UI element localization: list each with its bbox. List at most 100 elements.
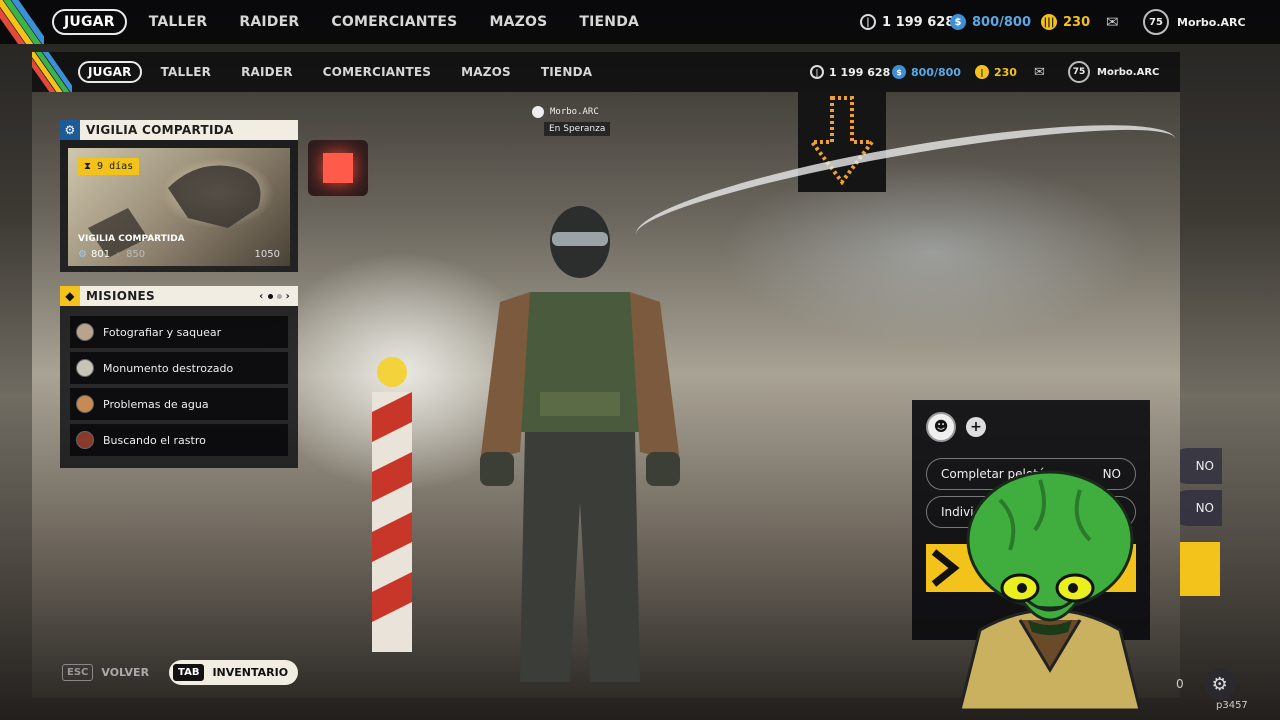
nav-mazos[interactable]: MAZOS bbox=[473, 14, 563, 30]
progress-max: 1050 bbox=[254, 249, 280, 260]
progress-arrow-icon: › bbox=[116, 249, 121, 260]
inner-nav-jugar[interactable]: JUGAR bbox=[78, 61, 142, 83]
inner-envelope-icon: ✉ bbox=[1034, 64, 1045, 80]
outer-fill-value: NO bbox=[1195, 459, 1214, 473]
event-timer-badge: ⧗ 9 días bbox=[78, 158, 140, 175]
credits-icon: ||| bbox=[1041, 14, 1057, 30]
bottom-key-hints: ESC VOLVER TAB INVENTARIO bbox=[62, 660, 299, 685]
inner-credits-counter: | 230 bbox=[975, 52, 1017, 92]
misiones-header-label: MISIONES bbox=[86, 289, 155, 303]
vigilia-progress: ⚙ 801 › 850 1050 bbox=[78, 249, 280, 260]
inner-nav-raider[interactable]: RAIDER bbox=[226, 65, 308, 79]
inner-top-bar: JUGAR TALLER RAIDER COMERCIANTES MAZOS T… bbox=[32, 52, 1180, 92]
back-button[interactable]: VOLVER bbox=[101, 666, 149, 679]
player-nameplate: Morbo.ARC En Speranza bbox=[532, 106, 611, 136]
credits-value: 230 bbox=[1063, 14, 1091, 30]
nav-raider[interactable]: RAIDER bbox=[223, 14, 315, 30]
quest-giver-avatar bbox=[76, 359, 94, 377]
inner-coins-counter: | 1 199 628 bbox=[810, 52, 890, 92]
event-days: 9 días bbox=[97, 161, 134, 172]
mission-item[interactable]: Fotografiar y saquear bbox=[70, 316, 288, 348]
envelope-icon: ✉ bbox=[1106, 13, 1119, 31]
inner-nav-comerciantes[interactable]: COMERCIANTES bbox=[308, 65, 446, 79]
nameplate-location: En Speranza bbox=[544, 122, 611, 136]
mission-label: Buscando el rastro bbox=[103, 433, 206, 447]
quest-giver-avatar bbox=[76, 395, 94, 413]
vigilia-header: ⚙ VIGILIA COMPARTIDA bbox=[60, 120, 298, 140]
quest-giver-avatar bbox=[76, 431, 94, 449]
raider-character bbox=[480, 206, 680, 682]
streamer-mascot-overlay bbox=[958, 470, 1142, 710]
nav-taller[interactable]: TALLER bbox=[133, 14, 224, 30]
top-navigation-bar: JUGAR TALLER RAIDER COMERCIANTES MAZOS T… bbox=[0, 0, 1280, 44]
nameplate-name: Morbo.ARC bbox=[550, 107, 599, 117]
profile-button[interactable]: 75 Morbo.ARC bbox=[1143, 0, 1246, 44]
inner-credits-value: 230 bbox=[994, 65, 1017, 79]
raider-tokens-value: 800/800 bbox=[972, 14, 1032, 30]
nav-comerciantes[interactable]: COMERCIANTES bbox=[315, 14, 473, 30]
outer-play-button[interactable] bbox=[1180, 542, 1220, 596]
coin-icon: | bbox=[860, 14, 876, 30]
inner-player-name: Morbo.ARC bbox=[1097, 66, 1160, 78]
vigilia-event-image: ⧗ 9 días VIGILIA COMPARTIDA ⚙ 801 › 850 … bbox=[68, 148, 290, 266]
add-member-button[interactable]: + bbox=[966, 417, 986, 437]
party-count: 0 bbox=[1176, 677, 1184, 691]
inner-main-nav: JUGAR TALLER RAIDER COMERCIANTES MAZOS T… bbox=[78, 52, 607, 92]
mission-label: Monumento destrozado bbox=[103, 361, 234, 375]
vigilia-header-label: VIGILIA COMPARTIDA bbox=[86, 123, 234, 137]
outer-solo-value: NO bbox=[1195, 501, 1214, 515]
nameplate-row: Morbo.ARC bbox=[532, 106, 599, 118]
pager-prev-icon[interactable]: ‹ bbox=[259, 291, 263, 302]
mission-item[interactable]: Buscando el rastro bbox=[70, 424, 288, 456]
settings-gear-icon[interactable]: ⚙ bbox=[1203, 668, 1236, 700]
misiones-header: ◆ MISIONES ‹ › bbox=[60, 286, 298, 306]
pager-dot bbox=[276, 293, 282, 299]
inner-nav-tienda[interactable]: TIENDA bbox=[526, 65, 607, 79]
pager-next-icon[interactable]: › bbox=[286, 291, 290, 302]
vigilia-event-title: VIGILIA COMPARTIDA bbox=[78, 234, 185, 244]
outer-bottom-controls: 0 ⚙ bbox=[1176, 668, 1236, 700]
footer-id: p3457 bbox=[1216, 700, 1248, 711]
hazard-pole bbox=[372, 357, 412, 652]
brand-stripes-logo bbox=[0, 0, 44, 44]
tab-key: TAB bbox=[173, 664, 205, 681]
mission-diamond-icon: ◆ bbox=[60, 286, 80, 306]
inventory-button[interactable]: TAB INVENTARIO bbox=[169, 660, 299, 685]
pager-dot-active bbox=[267, 293, 273, 299]
inner-credits-icon: | bbox=[975, 65, 989, 79]
progress-current: 801 bbox=[90, 249, 111, 260]
red-signal-lamp bbox=[308, 140, 368, 196]
misiones-card: ◆ MISIONES ‹ › Fotografiar y saquear Mon… bbox=[60, 286, 298, 468]
inner-profile-button[interactable]: 75 Morbo.ARC bbox=[1068, 52, 1159, 92]
inner-raider-tokens-value: 800/800 bbox=[911, 65, 961, 79]
inner-nav-taller[interactable]: TALLER bbox=[146, 65, 226, 79]
inner-brand-stripes bbox=[32, 52, 72, 92]
player-level-badge: 75 bbox=[1143, 9, 1169, 35]
player-emblem-icon bbox=[532, 106, 544, 118]
inner-raider-token-icon: $ bbox=[892, 65, 906, 79]
inner-coins-value: 1 199 628 bbox=[829, 65, 891, 79]
inventory-label: INVENTARIO bbox=[212, 666, 289, 679]
mission-label: Problemas de agua bbox=[103, 397, 209, 411]
mission-item[interactable]: Problemas de agua bbox=[70, 388, 288, 420]
inner-nav-mazos[interactable]: MAZOS bbox=[446, 65, 526, 79]
inner-inbox-button[interactable]: ✉ bbox=[1034, 52, 1045, 92]
misiones-pager: ‹ › bbox=[259, 291, 290, 302]
quest-giver-avatar bbox=[76, 323, 94, 341]
vigilia-card[interactable]: ⚙ VIGILIA COMPARTIDA ⧗ 9 días VIGILIA CO… bbox=[60, 120, 298, 272]
neon-ring bbox=[629, 100, 1180, 274]
progress-gear-icon: ⚙ bbox=[78, 249, 87, 260]
inner-player-level-badge: 75 bbox=[1068, 61, 1090, 83]
coins-counter: | 1 199 628 bbox=[860, 0, 954, 44]
nav-tienda[interactable]: TIENDA bbox=[563, 14, 655, 30]
inner-raider-tokens-counter: $ 800/800 bbox=[892, 52, 961, 92]
esc-key: ESC bbox=[62, 664, 94, 681]
credits-counter: ||| 230 bbox=[1041, 0, 1090, 44]
player-name: Morbo.ARC bbox=[1177, 15, 1246, 29]
nav-jugar[interactable]: JUGAR bbox=[52, 9, 127, 35]
raider-tokens-counter: $ 800/800 bbox=[950, 0, 1031, 44]
gear-badge-icon: ⚙ bbox=[60, 120, 80, 140]
inbox-button[interactable]: ✉ bbox=[1106, 0, 1119, 44]
mission-item[interactable]: Monumento destrozado bbox=[70, 352, 288, 384]
coins-value: 1 199 628 bbox=[882, 14, 955, 30]
